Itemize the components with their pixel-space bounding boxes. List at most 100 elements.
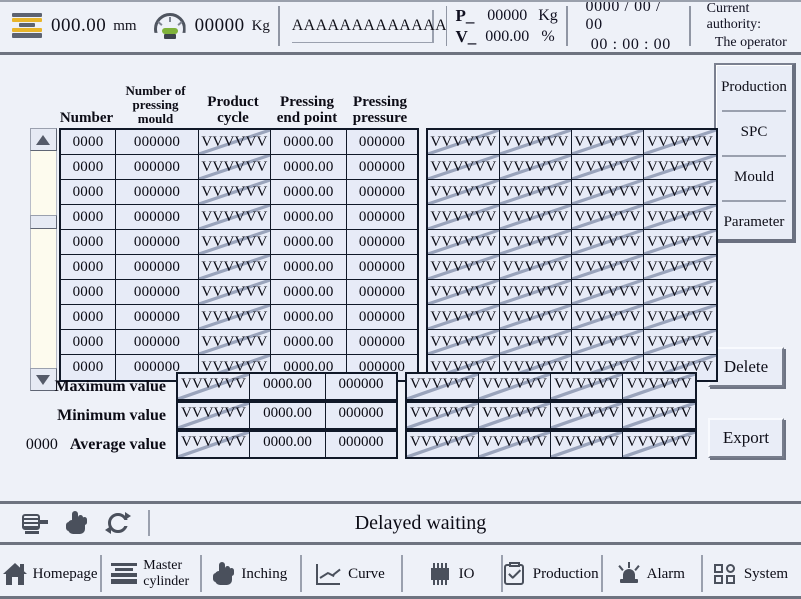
table-cell[interactable]: VVVVVV [572,155,644,180]
table-cell[interactable]: VVVVVV [199,305,271,330]
table-cell[interactable]: 0000 [61,205,116,230]
table-cell[interactable]: VVVVVV [428,180,500,205]
table-cell[interactable]: VVVVVV [428,305,500,330]
table-row[interactable]: VVVVVV VVVVVV VVVVVV VVVVVV [428,130,716,155]
table-cell[interactable]: 000000 [116,230,199,255]
scroll-up-arrow-icon[interactable] [30,128,57,151]
product-code-field[interactable]: AAAAAAAAAAAAA [291,9,447,43]
table-cell[interactable]: 0000.00 [271,205,347,230]
table-cell[interactable]: VVVVVV [644,280,716,305]
table-row[interactable]: 0000 000000 VVVVVV 0000.00 000000 [61,155,417,180]
table-cell[interactable]: 0000.00 [271,330,347,355]
table-cell[interactable]: VVVVVV [428,205,500,230]
table-cell[interactable]: VVVVVV [199,330,271,355]
cycle-icon[interactable] [105,511,131,535]
tab-spc[interactable]: SPC [716,110,792,155]
table-cell[interactable]: 0000.00 [271,180,347,205]
nav-master-cylinder[interactable]: Master cylinder [100,551,200,596]
table-cell[interactable]: VVVVVV [572,305,644,330]
tab-production[interactable]: Production [716,65,792,110]
table-cell[interactable]: VVVVVV [199,205,271,230]
nav-system[interactable]: System [700,551,801,596]
table-cell[interactable]: VVVVVV [500,280,572,305]
table-cell[interactable]: 000000 [347,330,417,355]
nav-production[interactable]: Production [500,551,601,596]
table-cell[interactable]: 0000 [61,255,116,280]
table-cell[interactable]: 0000 [61,305,116,330]
table-cell[interactable]: 000000 [347,155,417,180]
table-row[interactable]: 0000 000000 VVVVVV 0000.00 000000 [61,255,417,280]
table-cell[interactable]: 000000 [347,230,417,255]
table-cell[interactable]: VVVVVV [199,280,271,305]
table-cell[interactable]: 0000.00 [271,255,347,280]
table-cell[interactable]: 0000.00 [271,305,347,330]
table-cell[interactable]: VVVVVV [428,280,500,305]
table-row[interactable]: VVVVVV VVVVVV VVVVVV VVVVVV [428,155,716,180]
nav-homepage[interactable]: Homepage [0,551,100,596]
table-row[interactable]: 0000 000000 VVVVVV 0000.00 000000 [61,130,417,155]
scrollbar-thumb[interactable] [30,215,57,229]
table-cell[interactable]: 0000.00 [271,280,347,305]
table-cell[interactable]: VVVVVV [644,230,716,255]
table-cell[interactable]: VVVVVV [500,305,572,330]
table-cell[interactable]: VVVVVV [199,130,271,155]
table-cell[interactable]: VVVVVV [572,130,644,155]
table-row[interactable]: 0000 000000 VVVVVV 0000.00 000000 [61,230,417,255]
table-cell[interactable]: 000000 [347,130,417,155]
table-cell[interactable]: VVVVVV [428,130,500,155]
table-row[interactable]: 0000 000000 VVVVVV 0000.00 000000 [61,180,417,205]
table-cell[interactable]: VVVVVV [572,255,644,280]
table-cell[interactable]: VVVVVV [500,180,572,205]
delete-button[interactable]: Delete [708,347,784,387]
tab-parameter[interactable]: Parameter [716,200,792,245]
table-cell[interactable]: 000000 [116,280,199,305]
table-cell[interactable]: 000000 [116,330,199,355]
table-cell[interactable]: 000000 [116,205,199,230]
table-row[interactable]: 0000 000000 VVVVVV 0000.00 000000 [61,205,417,230]
table-cell[interactable]: 000000 [347,180,417,205]
table-cell[interactable]: 0000.00 [271,230,347,255]
table-cell[interactable]: VVVVVV [199,180,271,205]
table-cell[interactable]: 000000 [116,180,199,205]
table-cell[interactable]: VVVVVV [428,230,500,255]
table-cell[interactable]: VVVVVV [500,330,572,355]
table-cell[interactable]: 0000 [61,155,116,180]
table-row[interactable]: VVVVVV VVVVVV VVVVVV VVVVVV [428,280,716,305]
table-cell[interactable]: VVVVVV [644,155,716,180]
nav-io[interactable]: IO [400,551,501,596]
table-cell[interactable]: VVVVVV [199,255,271,280]
table-cell[interactable]: VVVVVV [644,330,716,355]
nav-inching[interactable]: Inching [200,551,300,596]
table-row[interactable]: VVVVVV VVVVVV VVVVVV VVVVVV [428,180,716,205]
table-cell[interactable]: 0000 [61,330,116,355]
table-cell[interactable]: 0000 [61,280,116,305]
table-cell[interactable]: 000000 [347,255,417,280]
table-row[interactable]: 0000 000000 VVVVVV 0000.00 000000 [61,330,417,355]
table-cell[interactable]: VVVVVV [572,205,644,230]
table-cell[interactable]: VVVVVV [644,180,716,205]
export-button[interactable]: Export [708,418,784,458]
table-cell[interactable]: 000000 [347,205,417,230]
table-cell[interactable]: 000000 [347,280,417,305]
table-row[interactable]: 0000 000000 VVVVVV 0000.00 000000 [61,280,417,305]
table-cell[interactable]: VVVVVV [644,255,716,280]
table-cell[interactable]: VVVVVV [428,330,500,355]
nav-curve[interactable]: Curve [300,551,400,596]
table-cell[interactable]: VVVVVV [500,230,572,255]
table-cell[interactable]: VVVVVV [199,230,271,255]
hand-icon[interactable] [66,511,88,535]
table-cell[interactable]: 0000 [61,230,116,255]
table-cell[interactable]: 0000.00 [271,155,347,180]
table-cell[interactable]: VVVVVV [500,205,572,230]
table-cell[interactable]: VVVVVV [500,155,572,180]
table-row[interactable]: VVVVVV VVVVVV VVVVVV VVVVVV [428,230,716,255]
table-cell[interactable]: VVVVVV [572,180,644,205]
table-row[interactable]: VVVVVV VVVVVV VVVVVV VVVVVV [428,330,716,355]
table-cell[interactable]: VVVVVV [199,155,271,180]
table-cell[interactable]: VVVVVV [644,305,716,330]
nav-alarm[interactable]: Alarm [600,551,701,596]
table-cell[interactable]: VVVVVV [428,255,500,280]
table-cell[interactable]: VVVVVV [644,205,716,230]
table-cell[interactable]: 000000 [116,155,199,180]
table-cell[interactable]: VVVVVV [644,130,716,155]
